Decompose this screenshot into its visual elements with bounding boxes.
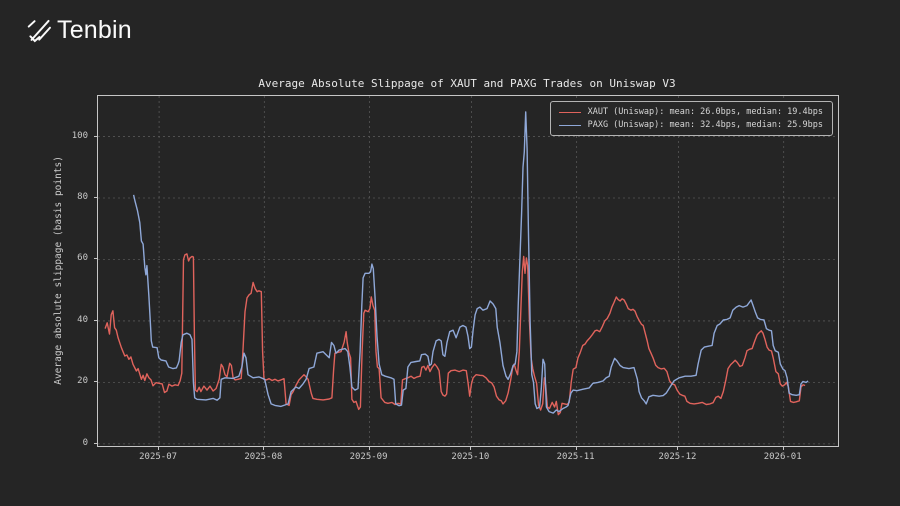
x-tick-label: 2025-08	[228, 452, 298, 462]
y-axis-label-wrap: Average absolute slippage (basis points)	[50, 95, 66, 445]
y-tick-label: 20	[77, 376, 88, 386]
x-tick-mark	[783, 446, 784, 450]
y-tick-label: 40	[77, 315, 88, 325]
brand-logo: Tenbin	[25, 16, 132, 45]
x-tick-label: 2025-11	[541, 452, 611, 462]
y-tick-mark	[94, 443, 98, 444]
chart-title: Average Absolute Slippage of XAUT and PA…	[97, 77, 837, 90]
paxg-line	[134, 112, 809, 413]
x-tick-mark	[576, 446, 577, 450]
x-tick-mark	[470, 446, 471, 450]
y-tick-mark	[94, 197, 98, 198]
legend-line-swatch	[559, 125, 581, 126]
slippage-line-chart	[98, 96, 838, 446]
plot-area: XAUT (Uniswap): mean: 26.0bps, median: 1…	[97, 95, 839, 447]
x-tick-mark	[369, 446, 370, 450]
x-tick-label: 2026-01	[748, 452, 818, 462]
x-tick-mark	[263, 446, 264, 450]
brand-name: Tenbin	[57, 16, 132, 45]
x-tick-label: 2025-10	[435, 452, 505, 462]
tenbin-logo-icon	[25, 17, 53, 45]
x-tick-mark	[158, 446, 159, 450]
y-tick-mark	[94, 136, 98, 137]
legend-line-swatch	[559, 112, 581, 113]
legend-label: PAXG (Uniswap): mean: 32.4bps, median: 2…	[588, 120, 823, 130]
chart-legend: XAUT (Uniswap): mean: 26.0bps, median: 1…	[550, 101, 833, 136]
y-axis-label: Average absolute slippage (basis points)	[53, 156, 64, 385]
legend-row: XAUT (Uniswap): mean: 26.0bps, median: 1…	[559, 107, 823, 117]
x-tick-label: 2025-09	[334, 452, 404, 462]
x-tick-label: 2025-12	[642, 452, 712, 462]
x-tick-mark	[677, 446, 678, 450]
y-tick-label: 0	[83, 438, 88, 448]
y-tick-label: 100	[72, 131, 88, 141]
y-tick-mark	[94, 381, 98, 382]
y-tick-label: 60	[77, 253, 88, 263]
legend-row: PAXG (Uniswap): mean: 32.4bps, median: 2…	[559, 120, 823, 130]
x-tick-label: 2025-07	[123, 452, 193, 462]
y-tick-mark	[94, 320, 98, 321]
y-tick-mark	[94, 258, 98, 259]
legend-label: XAUT (Uniswap): mean: 26.0bps, median: 1…	[588, 107, 823, 117]
y-tick-label: 80	[77, 192, 88, 202]
